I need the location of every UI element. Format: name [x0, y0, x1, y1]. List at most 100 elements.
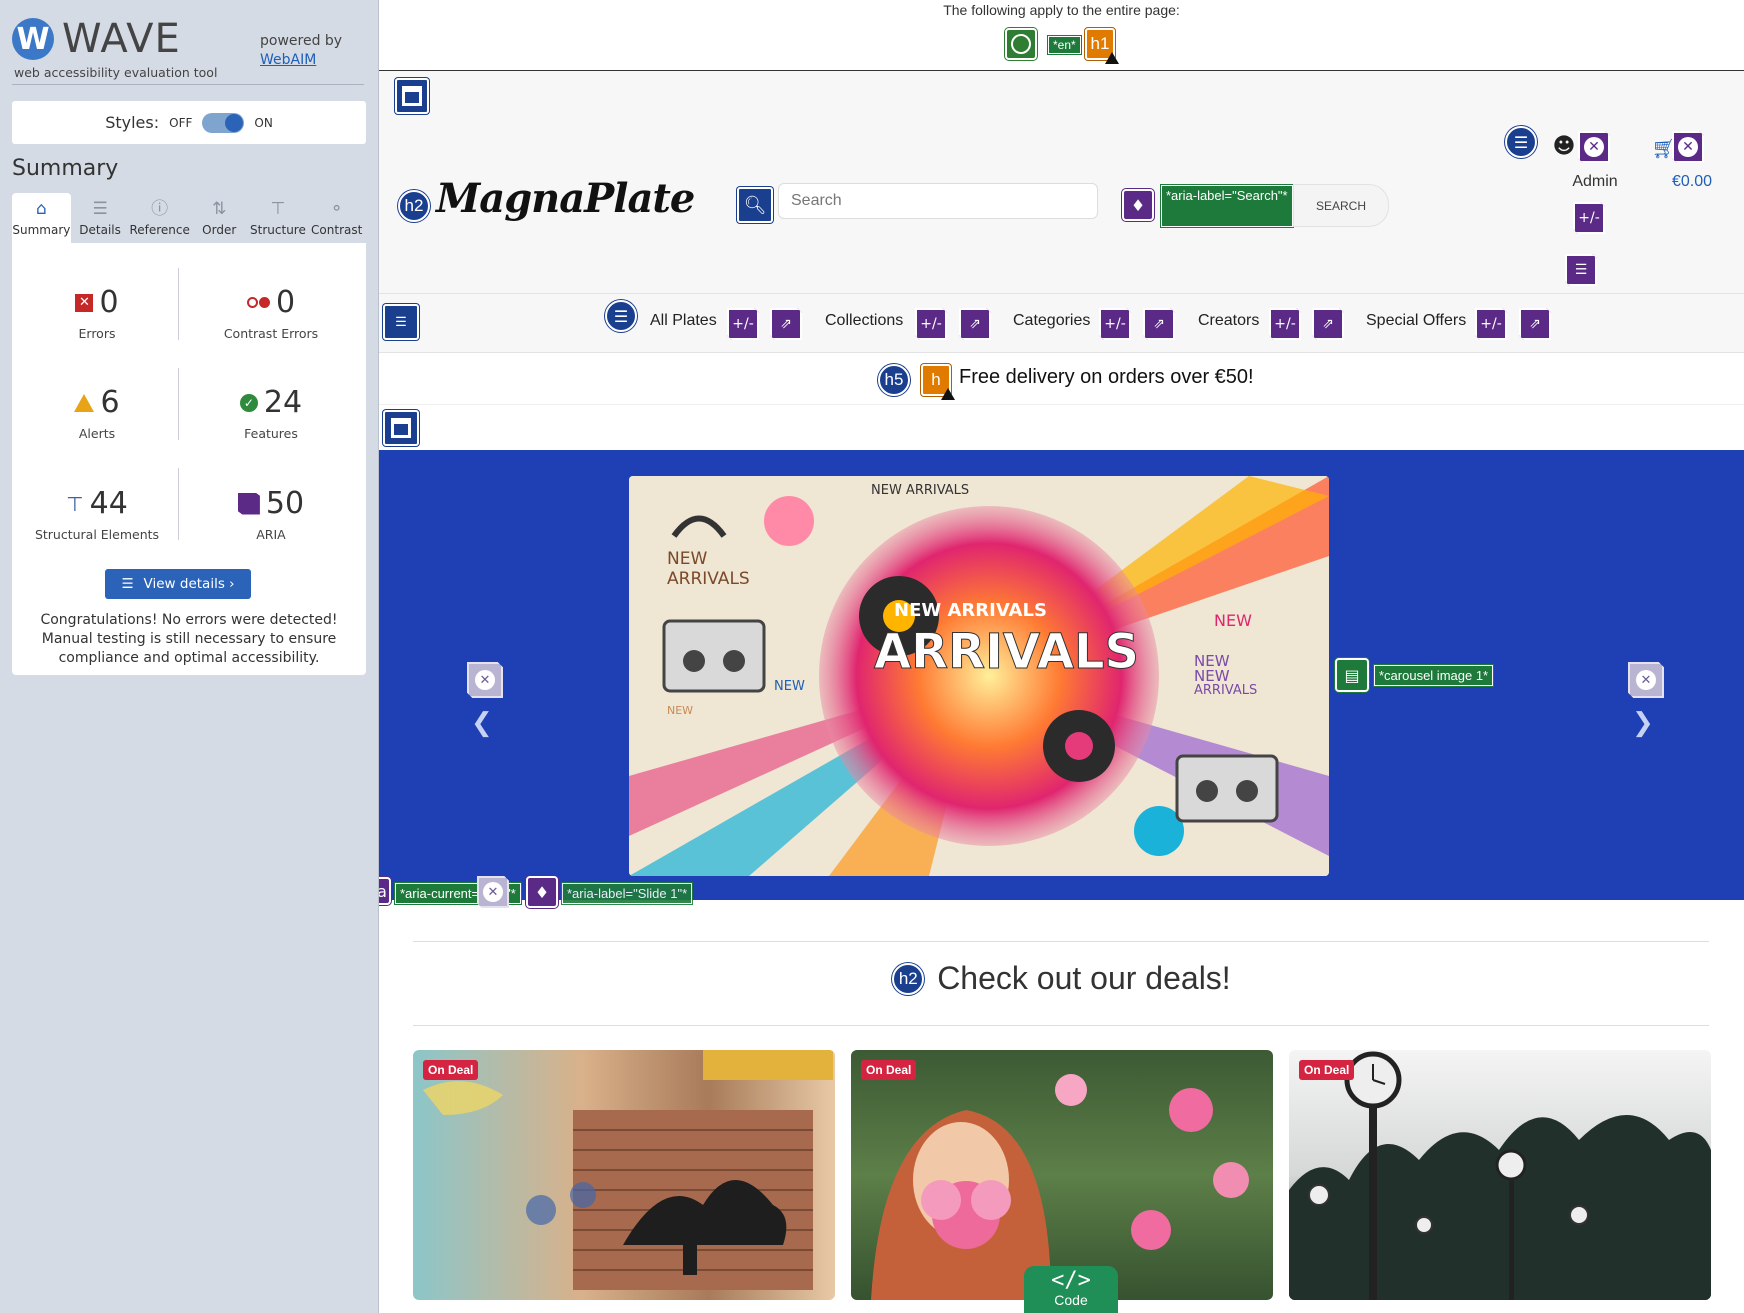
h1-alert-icon[interactable]: h1	[1085, 28, 1119, 64]
aria-hidden-icon[interactable]: ✕	[1628, 662, 1664, 698]
styles-toggle[interactable]	[202, 112, 245, 133]
h1-tag-text: h1	[1090, 34, 1110, 53]
aria-slide-tag[interactable]: *aria-label="Slide 1"*	[560, 882, 694, 905]
tab-summary[interactable]: ⌂ Summary	[12, 193, 71, 243]
carousel-image[interactable]: NEW ARRIVALS NEW ARRIVALS NEW ARRIVALS A…	[629, 476, 1329, 876]
stat-structural[interactable]: ⊤ 44 Structural Elements	[12, 486, 182, 542]
aria-expanded-icon[interactable]: +/-	[1099, 308, 1131, 340]
nav-region-icon[interactable]: ☰	[383, 304, 419, 340]
tab-label: Order	[202, 223, 237, 237]
structure-icon: ⊤	[270, 199, 286, 219]
carousel-alt-tag[interactable]: *carousel image 1*	[1372, 664, 1495, 687]
tab-label: Summary	[12, 223, 71, 237]
contrast-label: Contrast Errors	[223, 326, 319, 341]
list-icon[interactable]: ☰	[605, 300, 637, 332]
cart-total[interactable]: €0.00	[1662, 173, 1722, 191]
lang-tag[interactable]: *en*	[1047, 35, 1082, 55]
site-logo[interactable]: MagnaPlate	[436, 175, 695, 222]
nav-collections[interactable]: Collections	[825, 312, 903, 330]
aria-popup-icon[interactable]: ⇗	[1143, 308, 1175, 340]
header-region-icon[interactable]	[395, 78, 429, 114]
artwork-text: NEW	[667, 704, 693, 717]
divider	[12, 84, 364, 85]
aria-menu-icon[interactable]: ☰	[1565, 254, 1597, 286]
stat-features[interactable]: ✓ 24 Features	[186, 385, 356, 441]
aria-expanded-icon[interactable]: +/-	[1475, 308, 1507, 340]
nav-all-plates[interactable]: All Plates	[650, 312, 717, 330]
warning-icon	[1105, 52, 1119, 64]
aria-expanded-icon[interactable]: +/-	[1573, 202, 1605, 234]
search-input[interactable]: Search	[778, 183, 1098, 219]
label-tag-icon[interactable]: ♦	[526, 876, 558, 908]
aria-expanded-icon[interactable]: +/-	[915, 308, 947, 340]
deal-card[interactable]: On Deal	[1289, 1050, 1711, 1300]
deal-card[interactable]: On Deal	[851, 1050, 1273, 1300]
error-icon: ✕	[75, 293, 94, 312]
nav-categories[interactable]: Categories	[1013, 312, 1090, 330]
wave-subtitle: web accessibility evaluation tool	[14, 65, 218, 80]
styles-off-label: OFF	[169, 115, 193, 130]
carousel-prev-arrow[interactable]: ❮	[471, 708, 493, 738]
stat-errors[interactable]: ✕ 0 Errors	[12, 285, 182, 341]
deal-card[interactable]: On Deal	[413, 1050, 835, 1300]
tab-reference[interactable]: ⓘ Reference	[129, 193, 189, 243]
stat-contrast-errors[interactable]: 0 Contrast Errors	[186, 285, 356, 341]
clocks-image	[1289, 1051, 1711, 1300]
aria-expanded-icon[interactable]: +/-	[1269, 308, 1301, 340]
aria-popup-icon[interactable]: ⇗	[959, 308, 991, 340]
webaim-link[interactable]: WebAIM	[260, 51, 342, 70]
admin-link[interactable]: Admin	[1565, 173, 1625, 191]
list-icon[interactable]: ☰	[1505, 126, 1537, 158]
label-tag-icon[interactable]: ♦	[1122, 189, 1154, 221]
h5-icon[interactable]: h5	[878, 364, 910, 396]
view-details-button[interactable]: ☰ View details ›	[105, 569, 251, 599]
promo-text: Free delivery on orders over €50!	[959, 366, 1254, 388]
tab-order[interactable]: ⇅ Order	[190, 193, 249, 243]
page-level-bar: The following apply to the entire page: …	[379, 0, 1744, 71]
aria-expanded-icon[interactable]: +/-	[727, 308, 759, 340]
styles-label: Styles:	[105, 113, 160, 132]
user-icon[interactable]: ☻	[1553, 134, 1576, 159]
tab-contrast[interactable]: ⚬ Contrast	[307, 193, 366, 243]
mural-image	[423, 1050, 833, 1290]
stat-alerts[interactable]: 6 Alerts	[12, 385, 182, 441]
order-icon: ⇅	[212, 199, 227, 219]
search-aria-label-tag[interactable]: *aria-label="Search"*	[1160, 184, 1294, 228]
main-region-icon[interactable]	[383, 410, 419, 446]
aria-label: ARIA	[256, 527, 286, 542]
h2-icon[interactable]: h2	[892, 962, 925, 995]
aria-popup-icon[interactable]: ⇗	[1519, 308, 1551, 340]
skipped-heading-alert-icon[interactable]: h	[921, 364, 955, 400]
powered-by: powered by WebAIM	[260, 32, 342, 70]
tab-label: Reference	[129, 223, 190, 237]
nav-special-offers[interactable]: Special Offers	[1366, 312, 1466, 330]
aria-popup-icon[interactable]: ⇗	[770, 308, 802, 340]
aria-hidden-icon[interactable]: ✕	[477, 876, 509, 908]
aria-hidden-icon[interactable]: ✕	[467, 662, 503, 698]
wave-logo[interactable]: W WAVE	[12, 16, 181, 62]
tab-details[interactable]: ☰ Details	[71, 193, 130, 243]
code-button[interactable]: </> Code	[1024, 1266, 1118, 1313]
carousel-next-arrow[interactable]: ❯	[1632, 708, 1654, 738]
label-tag-icon[interactable]: a	[379, 877, 391, 905]
aria-count: 50	[265, 486, 305, 521]
tab-label: Structure	[250, 223, 306, 237]
tab-structure[interactable]: ⊤ Structure	[249, 193, 308, 243]
errors-label: Errors	[78, 326, 116, 341]
globe-icon[interactable]	[1005, 28, 1037, 60]
h2-icon[interactable]: h2	[398, 190, 430, 222]
search-button[interactable]: SEARCH	[1293, 184, 1389, 227]
view-details-label: View details ›	[143, 576, 235, 592]
stat-aria[interactable]: 50 ARIA	[186, 486, 356, 542]
alerts-count: 6	[100, 385, 120, 420]
aria-hidden-icon[interactable]: ✕	[1578, 131, 1610, 163]
artwork-text: NEW	[774, 679, 805, 694]
search-icon[interactable]: 🔍︎	[737, 187, 773, 223]
artwork-text: NEW	[1214, 611, 1252, 630]
artwork-text: NEW ARRIVALS	[894, 600, 1047, 621]
aria-popup-icon[interactable]: ⇗	[1312, 308, 1344, 340]
nav-creators[interactable]: Creators	[1198, 312, 1259, 330]
image-alt-icon[interactable]: ▤	[1335, 658, 1369, 692]
wave-logo-icon: W	[12, 18, 54, 60]
aria-hidden-icon[interactable]: ✕	[1672, 131, 1704, 163]
